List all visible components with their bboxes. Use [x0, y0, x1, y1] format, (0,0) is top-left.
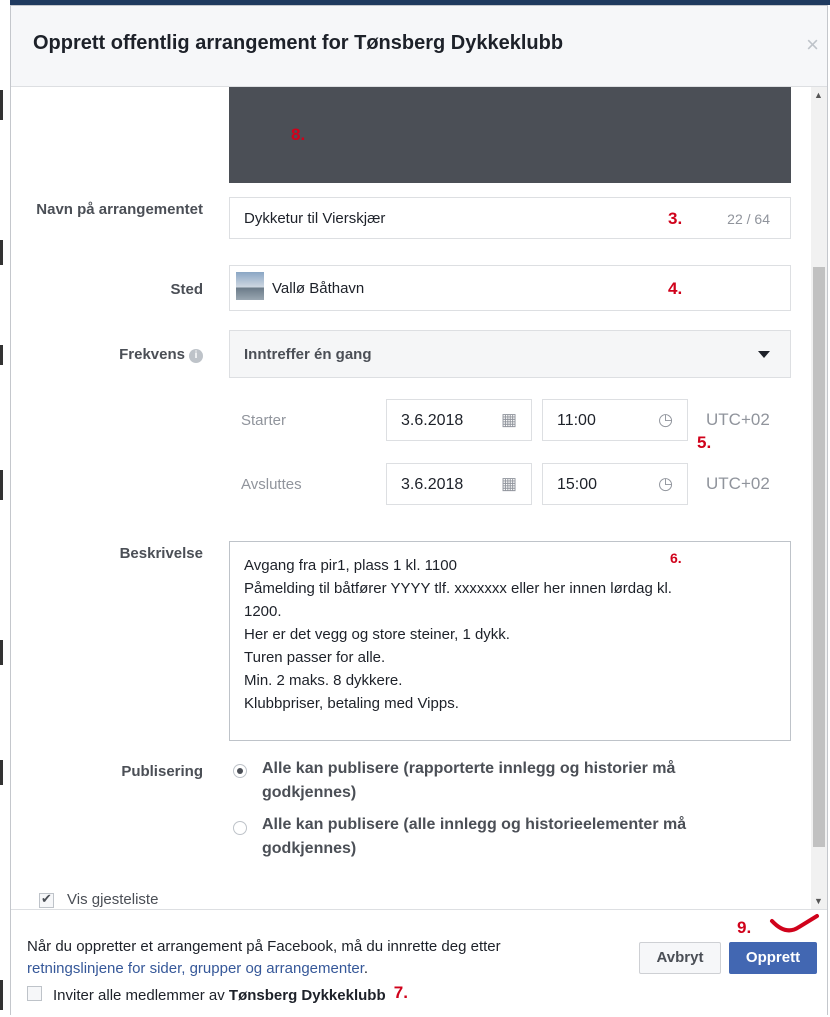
- policy-link[interactable]: retningslinjene for sider, grupper og ar…: [27, 960, 364, 977]
- description-line: Turen passer for alle.: [244, 649, 386, 666]
- publishing-radio-1[interactable]: [233, 764, 247, 778]
- close-icon[interactable]: ×: [806, 32, 819, 58]
- name-label: Navn på arrangementet: [36, 201, 203, 218]
- start-timezone: UTC+02: [706, 410, 770, 429]
- description-line: Klubbpriser, betaling med Vipps.: [244, 695, 459, 712]
- annotation-4: 4.: [668, 279, 683, 298]
- publishing-label: Publisering: [121, 763, 203, 780]
- start-time-input[interactable]: 11:00 ◷: [542, 399, 688, 441]
- publishing-option-1[interactable]: Alle kan publisere (rapporterte innlegg …: [262, 757, 762, 805]
- policy-notice: Når du oppretter et arrangement på Faceb…: [27, 938, 501, 955]
- description-label: Beskrivelse: [119, 545, 203, 562]
- create-event-dialog: Opprett offentlig arrangement for Tønsbe…: [10, 5, 828, 1015]
- start-time-value: 11:00: [557, 412, 596, 429]
- place-thumbnail: [236, 272, 264, 300]
- annotation-9: 9.: [737, 918, 752, 937]
- end-date-value: 3.6.2018: [401, 476, 464, 493]
- clock-icon[interactable]: ◷: [658, 474, 673, 494]
- scroll-up-icon[interactable]: ▲: [814, 90, 823, 100]
- chevron-down-icon: [758, 351, 770, 358]
- name-char-counter: 22 / 64: [727, 211, 770, 227]
- publishing-option-2[interactable]: Alle kan publisere (alle innlegg og hist…: [262, 813, 762, 861]
- description-line: Påmelding til båtfører YYYY tlf. xxxxxxx…: [244, 580, 672, 597]
- place-input[interactable]: Vallø Båthavn 4.: [229, 265, 791, 311]
- left-window-edge: [0, 0, 4, 1017]
- invite-members-checkbox[interactable]: [27, 986, 42, 1001]
- annotation-7: 7.: [393, 983, 408, 1002]
- cancel-button[interactable]: Avbryt: [639, 942, 721, 974]
- end-time-value: 15:00: [557, 476, 598, 493]
- description-line: Avgang fra pir1, plass 1 kl. 1100: [244, 557, 457, 574]
- clock-icon[interactable]: ◷: [658, 410, 673, 430]
- description-textarea[interactable]: Avgang fra pir1, plass 1 kl. 1100 Påmeld…: [229, 541, 791, 741]
- end-timezone: UTC+02: [706, 474, 770, 493]
- dialog-title: Opprett offentlig arrangement for Tønsbe…: [33, 32, 564, 54]
- end-date-input[interactable]: 3.6.2018 ▦: [386, 463, 532, 505]
- description-line: Min. 2 maks. 8 dykkere.: [244, 672, 403, 689]
- annotation-3: 3.: [668, 209, 683, 228]
- dialog-content: 8. Navn på arrangementet Dykketur til Vi…: [11, 87, 811, 909]
- publishing-radio-2[interactable]: [233, 821, 247, 835]
- cover-photo-area[interactable]: 8.: [229, 87, 791, 183]
- place-label: Sted: [170, 281, 203, 298]
- end-time-input[interactable]: 15:00 ◷: [542, 463, 688, 505]
- calendar-icon[interactable]: ▦: [501, 410, 517, 430]
- checkmark-icon: ✔: [41, 891, 52, 906]
- calendar-icon[interactable]: ▦: [501, 474, 517, 494]
- start-date-value: 3.6.2018: [401, 412, 464, 429]
- dialog-header: Opprett offentlig arrangement for Tønsbe…: [11, 6, 827, 87]
- policy-notice-line2: retningslinjene for sider, grupper og ar…: [27, 960, 369, 977]
- description-line: 1200.: [244, 603, 282, 620]
- dialog-footer: Når du oppretter et arrangement på Faceb…: [11, 909, 827, 1015]
- annotation-8: 8.: [291, 125, 306, 144]
- place-value: Vallø Båthavn: [272, 280, 365, 297]
- create-button[interactable]: Opprett: [729, 942, 817, 974]
- end-label: Avsluttes: [241, 476, 302, 493]
- annotation-5: 5.: [697, 433, 712, 452]
- start-label: Starter: [241, 412, 287, 429]
- annotation-6: 6.: [670, 550, 682, 566]
- frequency-select[interactable]: Inntreffer én gang: [229, 330, 791, 378]
- start-date-input[interactable]: 3.6.2018 ▦: [386, 399, 532, 441]
- scroll-thumb[interactable]: [813, 267, 825, 847]
- invite-members-label[interactable]: Inviter alle medlemmer av Tønsberg Dykke…: [53, 983, 408, 1005]
- frequency-label: Frekvens i: [119, 346, 203, 363]
- event-name-value: Dykketur til Vierskjær: [244, 210, 386, 227]
- dialog-scrollbar[interactable]: ▲ ▼: [811, 87, 827, 909]
- event-name-input[interactable]: Dykketur til Vierskjær 3. 22 / 64: [229, 197, 791, 239]
- guestlist-label: Vis gjesteliste: [67, 891, 159, 908]
- scroll-down-icon[interactable]: ▼: [814, 896, 823, 906]
- frequency-value: Inntreffer én gang: [244, 346, 372, 363]
- checkmark-annotation-icon: [770, 914, 819, 933]
- info-icon[interactable]: i: [189, 349, 203, 363]
- description-line: Her er det vegg og store steiner, 1 dykk…: [244, 626, 510, 643]
- guestlist-checkbox[interactable]: ✔: [39, 891, 54, 908]
